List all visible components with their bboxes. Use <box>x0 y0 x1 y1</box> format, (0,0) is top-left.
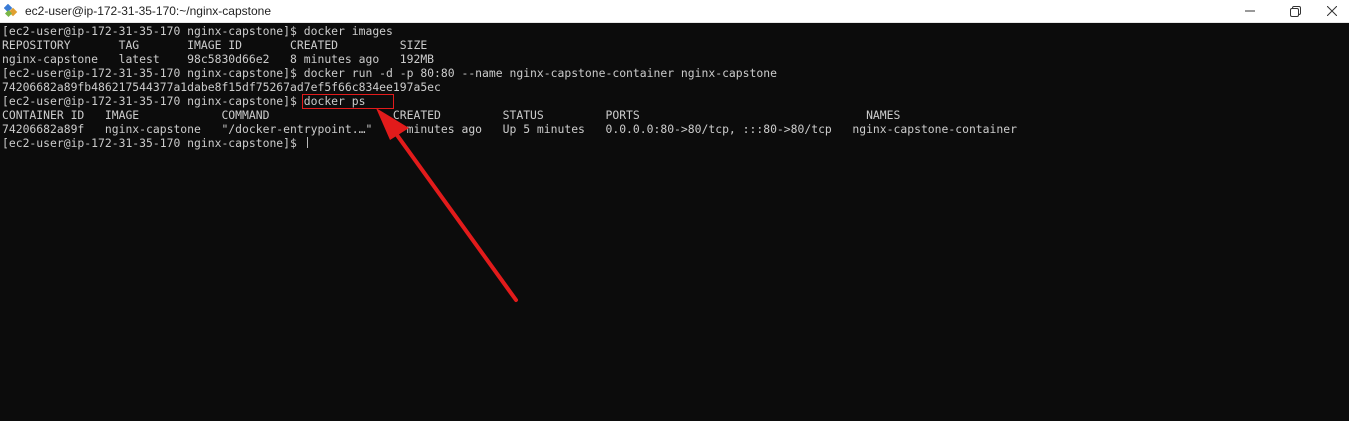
terminal-line-prompt-current: [ec2-user@ip-172-31-35-170 nginx-capston… <box>2 136 308 150</box>
terminal-output[interactable]: [ec2-user@ip-172-31-35-170 nginx-capston… <box>2 24 1347 419</box>
title-bar[interactable]: ec2-user@ip-172-31-35-170:~/nginx-capsto… <box>0 0 1349 23</box>
terminal-line-images-header: REPOSITORY TAG IMAGE ID CREATED SIZE <box>2 38 428 52</box>
close-button[interactable] <box>1314 0 1349 22</box>
minimize-icon <box>1245 6 1255 16</box>
terminal-line-prompt-run: [ec2-user@ip-172-31-35-170 nginx-capston… <box>2 66 777 80</box>
close-icon <box>1326 6 1337 16</box>
highlight-box-docker-ps <box>302 94 394 109</box>
prompt-text: [ec2-user@ip-172-31-35-170 nginx-capston… <box>2 136 304 150</box>
terminal-line-prompt-images: [ec2-user@ip-172-31-35-170 nginx-capston… <box>2 24 393 38</box>
maximize-button[interactable] <box>1272 0 1318 22</box>
text-cursor <box>306 137 308 148</box>
maximize-icon <box>1289 5 1301 17</box>
terminal-line-images-row: nginx-capstone latest 98c5830d66e2 8 min… <box>2 52 435 66</box>
window-title: ec2-user@ip-172-31-35-170:~/nginx-capsto… <box>25 4 271 18</box>
terminal-window: ec2-user@ip-172-31-35-170:~/nginx-capsto… <box>0 0 1349 421</box>
putty-icon <box>3 3 18 18</box>
terminal-line-ps-header: CONTAINER ID IMAGE COMMAND CREATED STATU… <box>2 108 901 122</box>
minimize-button[interactable] <box>1227 0 1273 22</box>
terminal-line-container-hash: 74206682a89fb486217544377a1dabe8f15df752… <box>2 80 441 94</box>
terminal-line-ps-row: 74206682a89f nginx-capstone "/docker-ent… <box>2 122 1017 136</box>
